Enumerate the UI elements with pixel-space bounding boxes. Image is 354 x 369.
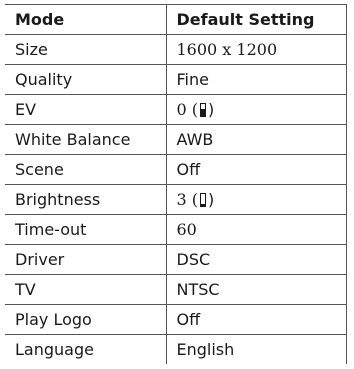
ev-value-suffix: ) (208, 100, 215, 119)
table-header-row: Mode Default Setting (5, 4, 347, 35)
mode-cell-time-out: Time-out (5, 214, 167, 245)
default-cell-driver: DSC (165, 244, 347, 275)
table-row: Brightness 3 () (5, 184, 347, 215)
default-cell-time-out: 60 (165, 214, 347, 245)
default-cell-size: 1600 x 1200 (165, 34, 347, 65)
default-cell-quality: Fine (165, 64, 347, 95)
ev-value-prefix: 0 ( (176, 100, 199, 119)
default-cell-white-balance: AWB (165, 124, 347, 155)
settings-table: Mode Default Setting Size 1600 x 1200 Qu… (5, 4, 347, 364)
default-cell-scene: Off (165, 154, 347, 185)
column-header-default-setting: Default Setting (165, 4, 347, 35)
table-row: TV NTSC (5, 274, 347, 305)
table-row: Time-out 60 (5, 214, 347, 245)
mode-cell-play-logo: Play Logo (5, 304, 167, 335)
table-row: Play Logo Off (5, 304, 347, 335)
default-cell-ev: 0 () (165, 94, 347, 125)
default-cell-play-logo: Off (165, 304, 347, 335)
table-row: Driver DSC (5, 244, 347, 275)
table-row: Quality Fine (5, 64, 347, 95)
default-cell-brightness: 3 () (165, 184, 347, 215)
mode-cell-size: Size (5, 34, 167, 65)
default-cell-tv: NTSC (165, 274, 347, 305)
column-header-mode: Mode (5, 4, 167, 35)
brightness-value-suffix: ) (208, 190, 215, 209)
mode-cell-quality: Quality (5, 64, 167, 95)
mode-cell-language: Language (5, 334, 167, 364)
mode-cell-brightness: Brightness (5, 184, 167, 215)
mode-cell-driver: Driver (5, 244, 167, 275)
mode-cell-white-balance: White Balance (5, 124, 167, 155)
table-row: Size 1600 x 1200 (5, 34, 347, 65)
mode-cell-scene: Scene (5, 154, 167, 185)
slider-level-icon (200, 193, 207, 207)
mode-cell-tv: TV (5, 274, 167, 305)
brightness-value-prefix: 3 ( (176, 190, 199, 209)
table-row: Language English (5, 334, 347, 364)
table-row: White Balance AWB (5, 124, 347, 155)
mode-cell-ev: EV (5, 94, 167, 125)
default-cell-language: English (165, 334, 347, 364)
table-row: Scene Off (5, 154, 347, 185)
table-row: EV 0 () (5, 94, 347, 125)
slider-level-icon (200, 103, 207, 117)
